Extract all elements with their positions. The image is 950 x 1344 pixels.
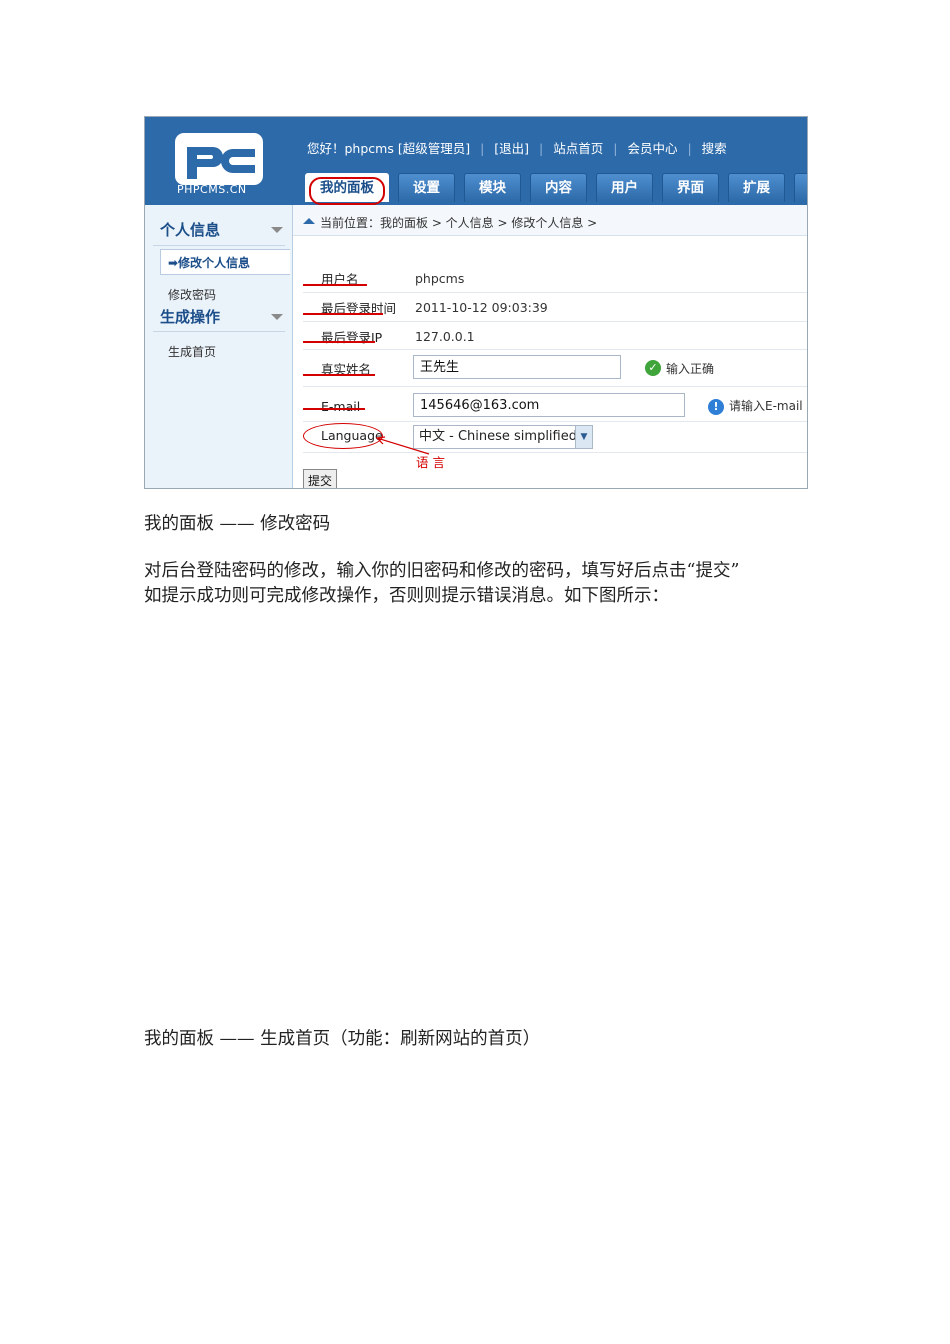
home-icon (303, 218, 315, 224)
email-label: E-mail (321, 399, 361, 414)
email-hint: 请输入E-mail (729, 399, 803, 413)
breadcrumb-bar: 当前位置：我的面板 > 个人信息 > 修改个人信息 > (293, 205, 807, 236)
form-row-username: 用户名 phpcms (303, 262, 807, 293)
annotation-ring-tab (309, 177, 385, 205)
sidebar-section-generate[interactable]: 生成操作 (160, 306, 220, 327)
sidebar-item-edit-profile[interactable]: ➡修改个人信息 (160, 249, 290, 275)
tab-content[interactable]: 内容 (530, 173, 587, 202)
site-home-link[interactable]: 站点首页 (553, 138, 603, 157)
last-login-time-value: 2011-10-12 09:03:39 (415, 300, 548, 315)
username-value: phpcms (415, 271, 465, 286)
language-selected-value: 中文 - Chinese simplified (419, 429, 577, 444)
language-select[interactable]: 中文 - Chinese simplified ▼ (413, 425, 593, 449)
annotation-underline (303, 374, 375, 376)
sidebar: 个人信息 ➡修改个人信息 修改密码 生成操作 生成首页 (145, 205, 293, 488)
heading-generate-home: 我的面板 —— 生成首页（功能：刷新网站的首页） (144, 1029, 541, 1049)
form-row-last-login-time: 最后登录时间 2011-10-12 09:03:39 (303, 293, 807, 322)
form-row-last-login-ip: 最后登录IP 127.0.0.1 (303, 322, 807, 350)
member-center-link[interactable]: 会员中心 (627, 138, 677, 157)
tab-more[interactable]: ph (794, 173, 807, 202)
annotation-underline (303, 341, 375, 343)
profile-form: 用户名 phpcms 最后登录时间 2011-10-12 09:03:39 最后… (293, 236, 807, 488)
annotation-ellipse (303, 423, 383, 449)
annotation-underline (303, 284, 367, 286)
heading-change-password: 我的面板 —— 修改密码 (144, 514, 331, 534)
email-input[interactable]: 145646@163.com (413, 393, 685, 417)
tab-modules[interactable]: 模块 (464, 173, 521, 202)
last-login-ip-value: 127.0.0.1 (415, 329, 475, 344)
info-icon: ! (708, 399, 724, 415)
breadcrumb-text: 当前位置：我的面板 > 个人信息 > 修改个人信息 > (320, 216, 598, 230)
tab-settings[interactable]: 设置 (398, 173, 455, 202)
annotation-underline (303, 313, 383, 315)
logo-text: PHPCMS.CN (177, 183, 247, 196)
divider (153, 245, 285, 246)
welcome-text: 您好！phpcms [超级管理员] (307, 141, 471, 156)
chevron-down-icon[interactable] (271, 227, 283, 233)
language-annotation-note: 语 言 (416, 455, 445, 470)
top-bar: PHPCMS.CN 您好！phpcms [超级管理员] | [退出] | 站点首… (145, 117, 807, 205)
breadcrumb: 当前位置：我的面板 > 个人信息 > 修改个人信息 > (303, 214, 597, 231)
phpcms-screenshot: PHPCMS.CN 您好！phpcms [超级管理员] | [退出] | 站点首… (144, 116, 808, 489)
tab-extensions[interactable]: 扩展 (728, 173, 785, 202)
chevron-down-icon[interactable] (271, 314, 283, 320)
realname-hint: 输入正确 (666, 362, 715, 376)
sidebar-item-change-password[interactable]: 修改密码 (168, 286, 216, 303)
paragraph-line-2: 如提示成功则可完成修改操作，否则则提示错误消息。如下图所示： (144, 586, 669, 606)
form-row-email: E-mail 145646@163.com ! 请输入E-mail (303, 387, 807, 422)
form-row-realname: 真实姓名 王先生 ✓ 输入正确 (303, 350, 807, 387)
submit-button[interactable]: 提交 (303, 469, 338, 488)
realname-input[interactable]: 王先生 (413, 355, 621, 379)
chevron-down-icon[interactable]: ▼ (575, 426, 592, 448)
tab-users[interactable]: 用户 (596, 173, 653, 202)
sidebar-section-personal-info[interactable]: 个人信息 (160, 219, 220, 240)
annotation-underline (303, 408, 365, 410)
last-login-ip-label: 最后登录IP (321, 330, 383, 345)
tab-interface[interactable]: 界面 (662, 173, 719, 202)
search-link[interactable]: 搜索 (702, 138, 727, 157)
welcome-bar: 您好！phpcms [超级管理员] | [退出] | 站点首页 | 会员中心 |… (307, 138, 727, 157)
check-icon: ✓ (645, 360, 661, 376)
divider (153, 331, 285, 332)
paragraph-line-1: 对后台登陆密码的修改，输入你的旧密码和修改的密码，填写好后点击“提交” (144, 561, 740, 581)
logout-link[interactable]: [退出] (494, 138, 529, 157)
sidebar-item-generate-home[interactable]: 生成首页 (168, 343, 216, 360)
